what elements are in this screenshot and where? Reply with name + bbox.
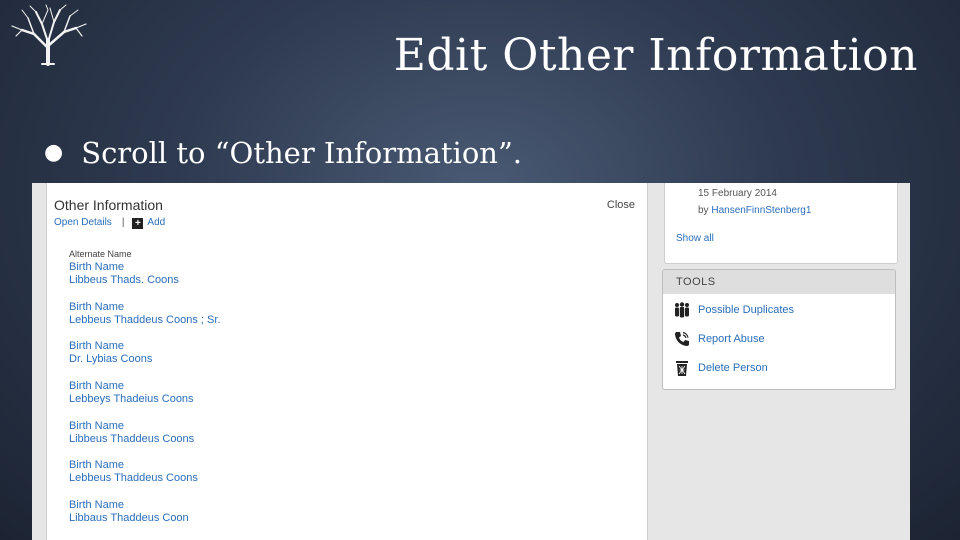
- tool-label[interactable]: Report Abuse: [698, 333, 765, 345]
- show-all-link[interactable]: Show all: [676, 233, 714, 244]
- latest-changes-panel: 15 February 2014 by HansenFinnStenberg1 …: [664, 183, 898, 264]
- other-information-panel: Other Information Close Open Details | + Ad…: [46, 183, 648, 540]
- entry-type[interactable]: Birth Name: [69, 499, 220, 512]
- tool-report-abuse[interactable]: Report Abuse: [673, 329, 765, 349]
- open-details-link[interactable]: Open Details: [54, 217, 112, 228]
- tool-label[interactable]: Possible Duplicates: [698, 304, 794, 316]
- plus-icon[interactable]: +: [132, 218, 144, 229]
- panel-title: Other Information: [54, 197, 163, 213]
- author-prefix: by: [698, 205, 709, 216]
- entry-type[interactable]: Birth Name: [69, 459, 220, 472]
- phone-icon: [675, 331, 689, 346]
- slide-title: Edit Other Information: [393, 30, 918, 81]
- panel-actions: Open Details | + Add: [54, 217, 165, 229]
- change-date: 15 February 2014: [698, 188, 777, 199]
- tool-label[interactable]: Delete Person: [698, 362, 768, 374]
- change-author: by HansenFinnStenberg1: [698, 205, 811, 216]
- entry-value[interactable]: Libbeus Thads. Coons: [69, 274, 220, 287]
- list-item[interactable]: Birth Name Dr. Lybias Coons: [69, 340, 220, 380]
- tool-delete-person[interactable]: Delete Person: [673, 358, 768, 378]
- list-item[interactable]: Birth Name Libbaus Thaddeus Coon: [69, 499, 220, 539]
- bullet-dot-icon: ●: [44, 140, 64, 165]
- action-separator: |: [121, 217, 125, 228]
- list-item[interactable]: Birth Name Lebbeus Thaddeus Coons: [69, 459, 220, 499]
- list-item[interactable]: Birth Name Libbeus Thads. Coons: [69, 261, 220, 301]
- entry-value[interactable]: Lebbeus Thaddeus Coons: [69, 472, 220, 485]
- list-item[interactable]: Birth Name Libbeus Thaddeus Coons: [69, 420, 220, 460]
- add-link[interactable]: Add: [147, 217, 165, 228]
- tree-logo-icon: [11, 4, 87, 66]
- entry-value[interactable]: Lebbeys Thadeius Coons: [69, 393, 220, 406]
- section-heading: Alternate Name: [69, 249, 132, 259]
- trash-icon: [676, 361, 688, 376]
- tools-header: TOOLS: [663, 270, 895, 294]
- bullet-point: ● Scroll to “Other Information”.: [44, 136, 522, 170]
- tools-panel: TOOLS Possible Duplicates Report Abuse D…: [662, 269, 896, 390]
- list-item[interactable]: Birth Name Lebbeys Thadeius Coons: [69, 380, 220, 420]
- entry-value[interactable]: Libbaus Thaddeus Coon: [69, 512, 220, 525]
- entry-value[interactable]: Lebbeus Thaddeus Coons ; Sr.: [69, 314, 220, 327]
- entry-type[interactable]: Birth Name: [69, 420, 220, 433]
- entry-type[interactable]: Birth Name: [69, 261, 220, 274]
- alternate-name-list: Birth Name Libbeus Thads. Coons Birth Na…: [69, 261, 220, 539]
- entry-value[interactable]: Libbeus Thaddeus Coons: [69, 433, 220, 446]
- bullet-text: Scroll to “Other Information”.: [81, 136, 522, 170]
- entry-type[interactable]: Birth Name: [69, 380, 220, 393]
- entry-value[interactable]: Dr. Lybias Coons: [69, 353, 220, 366]
- entry-type[interactable]: Birth Name: [69, 301, 220, 314]
- people-icon: [675, 302, 689, 318]
- author-link[interactable]: HansenFinnStenberg1: [711, 205, 811, 216]
- close-button[interactable]: Close: [607, 199, 635, 211]
- entry-type[interactable]: Birth Name: [69, 340, 220, 353]
- list-item[interactable]: Birth Name Lebbeus Thaddeus Coons ; Sr.: [69, 301, 220, 341]
- embedded-screenshot: Other Information Close Open Details | + Ad…: [32, 183, 910, 540]
- tool-possible-duplicates[interactable]: Possible Duplicates: [673, 300, 794, 320]
